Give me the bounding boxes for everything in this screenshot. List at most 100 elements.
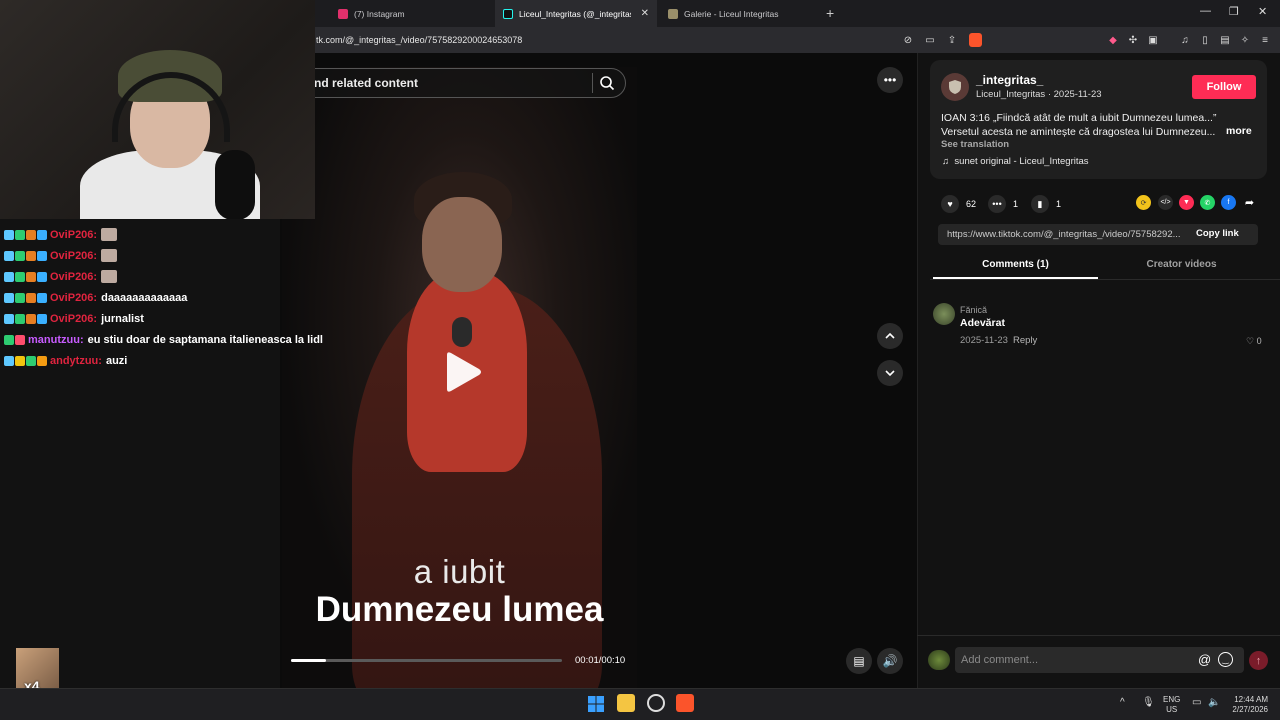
- description-line-1: IOAN 3:16 „Fiindcă atât de mult a iubit …: [941, 112, 1217, 124]
- region-label: US: [1166, 705, 1178, 714]
- sound-link[interactable]: ♫ sunet original - Liceul_Integritas: [942, 156, 1089, 167]
- badge-icon: [26, 313, 36, 324]
- reply-button[interactable]: Reply: [1013, 335, 1037, 346]
- obs-icon[interactable]: [647, 694, 665, 712]
- brave-shield-icon[interactable]: [969, 33, 982, 47]
- video-time: 00:01/00:10: [575, 655, 626, 666]
- previous-video-button[interactable]: [877, 323, 903, 349]
- speaker-icon[interactable]: 🔈: [1208, 698, 1220, 708]
- shield-icon: [668, 8, 678, 19]
- comment-like-button[interactable]: ♡ 0: [1246, 336, 1262, 347]
- restore-icon[interactable]: ❐: [1229, 5, 1239, 18]
- comment-author[interactable]: Fănică: [960, 305, 987, 315]
- more-link[interactable]: more: [1226, 125, 1252, 137]
- emoji-icon[interactable]: ‿: [1218, 652, 1233, 667]
- badge-icon: [37, 313, 47, 324]
- close-window-icon[interactable]: ✕: [1258, 5, 1267, 18]
- bookmark-icon: ▮: [1031, 195, 1049, 213]
- follow-button[interactable]: Follow: [1192, 75, 1256, 99]
- play-icon[interactable]: [443, 351, 483, 393]
- tray-chevron-icon[interactable]: ^: [1120, 698, 1125, 708]
- chat-username[interactable]: OviP206:: [50, 313, 97, 325]
- no-translate-icon[interactable]: ⊘: [901, 33, 915, 47]
- embed-icon[interactable]: </>: [1158, 195, 1173, 210]
- save-button[interactable]: ▮ 1: [1031, 195, 1061, 213]
- next-video-button[interactable]: [877, 360, 903, 386]
- repost-icon[interactable]: ⟳: [1136, 195, 1151, 210]
- share-arrow-icon[interactable]: ➦: [1242, 195, 1257, 210]
- post-comment-button[interactable]: ↑: [1249, 651, 1268, 670]
- badge-icon: [37, 355, 47, 366]
- video-progress-bar[interactable]: [291, 659, 562, 662]
- cast-icon[interactable]: ▭: [923, 33, 937, 47]
- shield-icon: [949, 80, 961, 94]
- chat-username[interactable]: OviP206:: [50, 292, 97, 304]
- minimize-icon[interactable]: —: [1200, 5, 1211, 17]
- extension-icon[interactable]: ◆: [1106, 33, 1120, 47]
- taskbar: [0, 688, 1280, 720]
- description-line-2: Versetul acesta ne amintește că dragoste…: [941, 126, 1216, 138]
- badge-icon: [4, 250, 14, 261]
- related-search-input[interactable]: nd related content: [300, 68, 626, 98]
- tab-instagram[interactable]: (7) Instagram: [330, 0, 490, 27]
- more-options-button[interactable]: •••: [877, 67, 903, 93]
- leo-icon[interactable]: ✧: [1238, 33, 1252, 47]
- avatar[interactable]: [933, 303, 955, 325]
- close-tab-icon[interactable]: ✕: [641, 8, 649, 19]
- search-icon[interactable]: [599, 75, 615, 91]
- whatsapp-icon[interactable]: ✆: [1200, 195, 1215, 210]
- badge-icon: [15, 313, 25, 324]
- brave-browser-icon[interactable]: [676, 694, 694, 712]
- sidebar-icon[interactable]: ▯: [1198, 33, 1212, 47]
- tab-label: (7) Instagram: [354, 8, 405, 19]
- file-explorer-icon[interactable]: [617, 694, 635, 712]
- tab-galerie[interactable]: Galerie - Liceul Integritas: [660, 0, 820, 27]
- chat-badges: [4, 313, 47, 324]
- send-icon[interactable]: ▼: [1179, 195, 1194, 210]
- pip-button[interactable]: ▤: [846, 648, 872, 674]
- new-tab-button[interactable]: +: [826, 5, 834, 21]
- puzzle-icon[interactable]: ✣: [1126, 33, 1140, 47]
- clock-time: 12:44 AM: [1234, 695, 1268, 704]
- url-field[interactable]: tk.com/@_integritas_/video/7575829200024…: [300, 30, 920, 50]
- tab-tiktok[interactable]: Liceul_Integritas (@_integritas_) ✕: [495, 0, 657, 27]
- comment-count: 1: [1013, 199, 1019, 209]
- badge-icon: [37, 250, 47, 261]
- language-indicator[interactable]: ENG US: [1163, 695, 1180, 715]
- chat-username[interactable]: OviP206:: [50, 271, 97, 283]
- comment-button[interactable]: ••• 1: [988, 195, 1018, 213]
- menu-icon[interactable]: ≡: [1258, 33, 1272, 47]
- tab-creator-videos[interactable]: Creator videos: [1100, 259, 1263, 270]
- instagram-icon: [338, 8, 348, 19]
- tab-label: Liceul_Integritas (@_integritas_): [519, 8, 631, 19]
- chat-username[interactable]: OviP206:: [50, 250, 97, 262]
- pip-icon: ▤: [853, 654, 865, 668]
- copy-link-button[interactable]: Copy link: [1196, 228, 1239, 239]
- chat-username[interactable]: andytzuu:: [50, 355, 102, 367]
- microphone-icon[interactable]: 🎙: [1142, 698, 1155, 708]
- chat-emote: [101, 228, 118, 241]
- chat-message: OviP206: jurnalist: [0, 308, 330, 329]
- chat-username[interactable]: OviP206:: [50, 229, 97, 241]
- video-subject-head: [422, 197, 502, 292]
- network-icon[interactable]: ▭: [1192, 698, 1201, 708]
- wallet-icon[interactable]: ▤: [1218, 33, 1232, 47]
- music-icon[interactable]: ♫: [1178, 33, 1192, 47]
- see-translation-link[interactable]: See translation: [941, 139, 1009, 150]
- avatar[interactable]: [941, 73, 969, 101]
- badge-icon: [15, 292, 25, 303]
- windows-start-icon[interactable]: [588, 696, 604, 712]
- clock[interactable]: 12:44 AM 2/27/2026: [1228, 695, 1268, 715]
- author-handle[interactable]: _integritas_: [976, 73, 1043, 87]
- share-icon[interactable]: ⇪: [945, 33, 959, 47]
- like-button[interactable]: ♥ 62: [941, 195, 976, 213]
- tab-comments[interactable]: Comments (1): [933, 259, 1098, 270]
- tab-search-icon[interactable]: ▣: [1146, 33, 1160, 47]
- clock-date: 2/27/2026: [1232, 705, 1268, 714]
- comment-box-divider: [917, 635, 1280, 636]
- webcam-overlay: [0, 0, 315, 219]
- volume-button[interactable]: 🔊: [877, 648, 903, 674]
- mention-icon[interactable]: @: [1198, 652, 1211, 667]
- facebook-icon[interactable]: f: [1221, 195, 1236, 210]
- chat-username[interactable]: manutzuu:: [28, 334, 84, 346]
